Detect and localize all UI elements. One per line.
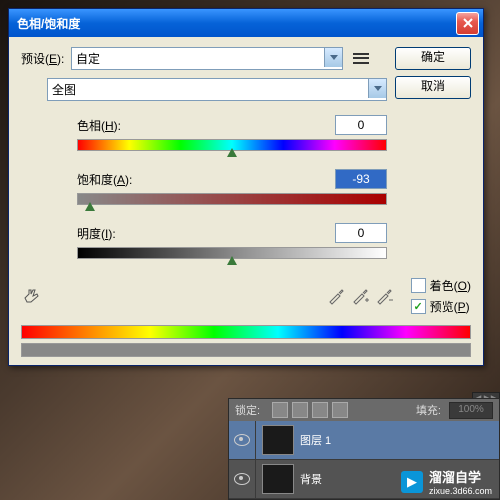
ok-button[interactable]: 确定 (395, 47, 471, 70)
lightness-slider[interactable] (77, 247, 387, 259)
fill-input[interactable]: 100% (449, 402, 493, 419)
eyedropper-add-icon[interactable] (351, 287, 369, 305)
hue-saturation-dialog: 色相/饱和度 确定 取消 预设(E): 自定 全图 (8, 8, 484, 366)
preset-select[interactable]: 自定 (71, 47, 343, 70)
hue-thumb[interactable] (227, 148, 237, 157)
spectrum-bar-top (21, 325, 471, 339)
preset-menu-icon[interactable] (353, 52, 369, 66)
layers-header: 锁定: 填充: 100% (229, 399, 499, 421)
cancel-button[interactable]: 取消 (395, 76, 471, 99)
eye-icon (234, 434, 250, 446)
layer-name: 背景 (300, 471, 322, 487)
lock-transparency-icon[interactable] (272, 402, 288, 418)
visibility-toggle[interactable] (229, 460, 256, 498)
close-button[interactable] (456, 12, 479, 35)
layer-name: 图层 1 (300, 432, 331, 448)
channel-select[interactable]: 全图 (47, 78, 387, 101)
titlebar[interactable]: 色相/饱和度 (9, 9, 483, 37)
lock-label: 锁定: (235, 402, 260, 418)
saturation-slider[interactable] (77, 193, 387, 205)
spectrum-bar-bottom (21, 343, 471, 357)
lightness-thumb[interactable] (227, 256, 237, 265)
lock-pixels-icon[interactable] (292, 402, 308, 418)
layer-row[interactable]: 图层 1 (229, 421, 499, 460)
layer-thumbnail (262, 425, 294, 455)
saturation-thumb[interactable] (85, 202, 95, 211)
lock-all-icon[interactable] (332, 402, 348, 418)
fill-label: 填充: (416, 402, 441, 418)
watermark-text: 溜溜自学 (429, 467, 492, 486)
watermark-url: zixue.3d66.com (429, 486, 492, 496)
lock-position-icon[interactable] (312, 402, 328, 418)
check-icon: ✓ (414, 300, 423, 313)
hue-label: 色相(H): (77, 117, 121, 134)
lightness-label: 明度(I): (77, 225, 116, 242)
preset-label: 预设(E): (21, 50, 71, 67)
preview-label: 预览(P) (430, 298, 470, 315)
chevron-down-icon[interactable] (324, 48, 342, 67)
preset-value: 自定 (76, 50, 100, 67)
eyedropper-subtract-icon[interactable] (375, 287, 393, 305)
eye-icon (234, 473, 250, 485)
play-icon: ▶ (401, 471, 423, 493)
colorize-label: 着色(O) (430, 277, 471, 294)
watermark: ▶ 溜溜自学 zixue.3d66.com (401, 467, 492, 496)
saturation-input[interactable]: -93 (335, 169, 387, 189)
hue-input[interactable]: 0 (335, 115, 387, 135)
colorize-checkbox[interactable] (411, 278, 426, 293)
eyedropper-icon[interactable] (327, 287, 345, 305)
hue-slider[interactable] (77, 139, 387, 151)
lightness-input[interactable]: 0 (335, 223, 387, 243)
saturation-label: 饱和度(A): (77, 171, 132, 188)
channel-value: 全图 (52, 81, 76, 98)
dialog-title: 色相/饱和度 (13, 15, 456, 32)
hand-tool-icon[interactable] (21, 286, 45, 306)
chevron-down-icon[interactable] (368, 79, 386, 98)
layer-thumbnail (262, 464, 294, 494)
preview-checkbox[interactable]: ✓ (411, 299, 426, 314)
visibility-toggle[interactable] (229, 421, 256, 459)
